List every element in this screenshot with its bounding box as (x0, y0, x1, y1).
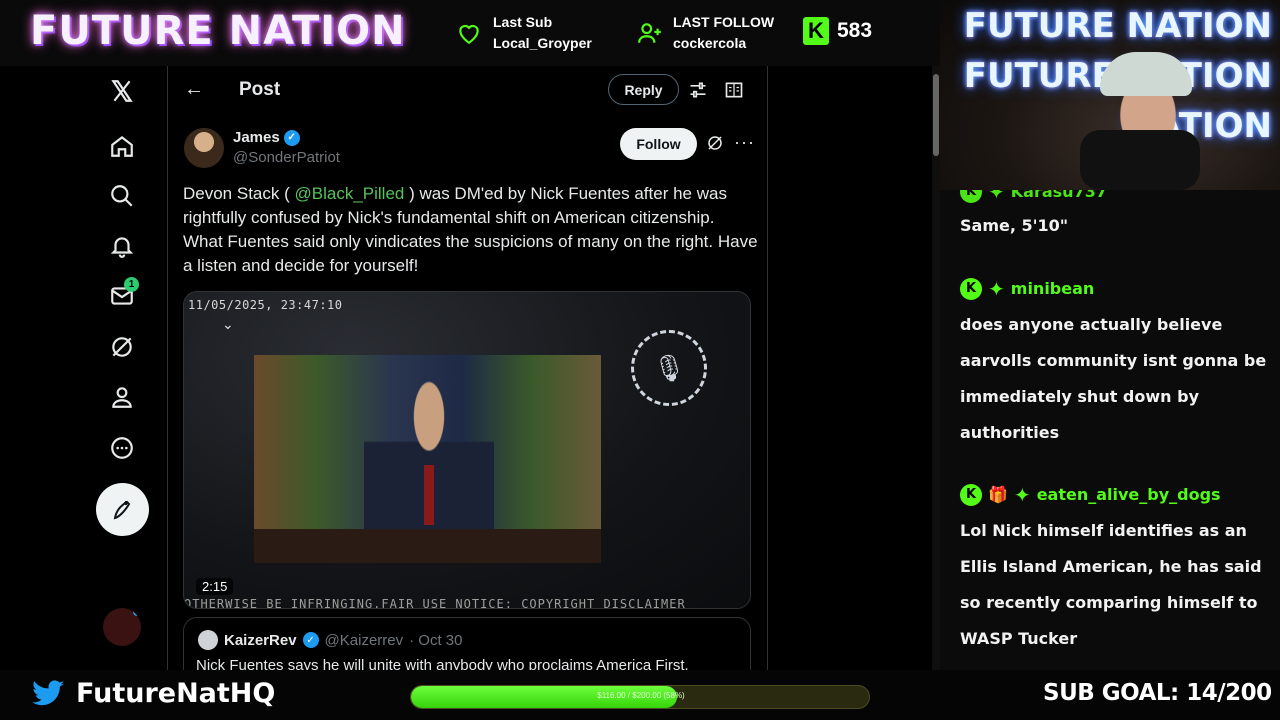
post-compose-button[interactable] (96, 483, 149, 536)
author-avatar[interactable] (184, 128, 224, 168)
chat-text: Same, 5'10" (960, 216, 1069, 235)
quoted-author-name: KaizerRev (224, 631, 297, 649)
kick-badge-icon: K (960, 484, 982, 506)
quoted-author-handle: @Kaizerrev (324, 631, 404, 649)
x-logo-icon[interactable] (105, 74, 139, 108)
chevron-down-icon: ⌄ (222, 316, 234, 332)
back-arrow-icon[interactable]: ← (184, 78, 204, 101)
verified-badge-icon: ✓ (302, 632, 319, 648)
author-handle[interactable]: @SonderPatriot (233, 148, 340, 168)
notification-badge: 1 (124, 277, 139, 292)
chat-username[interactable]: minibean (1011, 277, 1095, 301)
account-avatar[interactable] (103, 608, 141, 646)
viewer-count-widget: K 583 (803, 17, 872, 45)
chat-username[interactable]: Karasu737 (1011, 190, 1107, 204)
follow-button[interactable]: Follow (620, 128, 697, 160)
twitter-handle-widget: FutureNatHQ (32, 678, 275, 709)
more-icon[interactable] (105, 431, 139, 465)
mail-icon[interactable]: 1 (105, 277, 139, 313)
kick-logo-icon: K (803, 17, 829, 45)
kick-badge-icon: K (960, 190, 982, 203)
heart-icon (459, 24, 479, 45)
last-sub-value: Local_Groyper (493, 35, 592, 51)
post-column: ← Post Reply James ✓ @SonderPatriot Foll… (168, 66, 768, 670)
quoted-tweet[interactable]: KaizerRev ✓ @Kaizerrev · Oct 30 Nick Fue… (183, 617, 751, 670)
quoted-text: Nick Fuentes says he will unite with any… (196, 657, 689, 670)
chat-message: K 🎁 ✦ eaten_alive_by_dogs Lol Nick himse… (960, 483, 1270, 657)
empty-column (768, 66, 940, 670)
quoted-date: · Oct 30 (409, 631, 463, 649)
kick-badge-icon: K (960, 278, 982, 300)
add-user-icon (638, 23, 661, 43)
video-thumbnail (254, 355, 601, 563)
last-follow-label: LAST FOLLOW (673, 14, 775, 30)
viewer-count: 583 (837, 19, 873, 42)
online-indicator (133, 608, 141, 616)
home-icon[interactable] (105, 129, 139, 163)
page-title: Post (239, 79, 281, 100)
sparkle-badge-icon: ✦ (988, 190, 1005, 204)
grok-icon[interactable] (706, 134, 724, 152)
mention-link[interactable]: @Black_Pilled (295, 184, 405, 203)
scrollbar-thumb[interactable] (933, 74, 939, 156)
sparkle-badge-icon: ✦ (1013, 483, 1031, 507)
reply-button[interactable]: Reply (608, 74, 679, 105)
chat-message: K ✦ Karasu737 Same, 5'10" (960, 190, 1270, 244)
tweet-video[interactable]: 11/05/2025, 23:47:10 ⌄ 🎙 2:15 OTHERWISE … (183, 291, 751, 609)
donation-goal-text: $116.00 / $200.00 (58%) (597, 691, 685, 700)
last-sub-label: Last Sub (493, 14, 553, 30)
last-follow-widget: LAST FOLLOW cockercola (637, 12, 774, 54)
chat-username[interactable]: eaten_alive_by_dogs (1037, 483, 1221, 507)
stream-frame: FUTURE NATION Last Sub Local_Groyper LAS… (0, 0, 1280, 720)
chat-message: K ✦ minibean does anyone actually believ… (960, 277, 1270, 451)
chat-text: does anyone actually believe aarvolls co… (960, 315, 1267, 442)
gift-badge-icon: 🎁 (988, 485, 1008, 504)
scrollbar-track[interactable] (932, 66, 940, 670)
quoted-avatar (198, 630, 218, 650)
last-follow-value: cockercola (673, 35, 747, 51)
chat-text: Lol Nick himself identifies as an Ellis … (960, 521, 1262, 648)
post-header: ← Post Reply (168, 66, 767, 114)
cam-neon-logo: FUTURE NATION (963, 6, 1272, 46)
stream-chat: K ✦ Karasu737 Same, 5'10" K ✦ minibean d… (940, 190, 1280, 670)
stream-bottom-bar: FutureNatHQ $116.00 / $200.00 (58%) SUB … (0, 670, 1280, 720)
tweet-text: Devon Stack ( @Black_Pilled ) was DM'ed … (183, 182, 758, 278)
stream-top-bar: FUTURE NATION Last Sub Local_Groyper LAS… (0, 0, 940, 66)
twitter-bird-icon (32, 679, 65, 705)
last-sub-widget: Last Sub Local_Groyper (455, 12, 592, 54)
author-name[interactable]: James (233, 128, 280, 148)
brand-logo: FUTURE NATION (30, 8, 406, 54)
podcast-mic-icon: 🎙 (631, 330, 707, 406)
verified-badge-icon: ✓ (283, 130, 300, 146)
reader-view-icon[interactable] (724, 80, 744, 100)
tweet-text-start: Devon Stack ( (183, 184, 295, 203)
twitter-handle: FutureNatHQ (76, 678, 276, 709)
video-duration: 2:15 (196, 578, 234, 595)
tweet-author[interactable]: James ✓ @SonderPatriot (184, 128, 340, 168)
video-ticker-text: OTHERWISE BE INFRINGING.FAIR USE NOTICE:… (184, 597, 686, 609)
microphone (1080, 130, 1200, 190)
webcam-feed: FUTURE NATION FUTURE NATION NATION (940, 0, 1280, 190)
x-sidebar: 1 (0, 66, 168, 670)
bell-icon[interactable] (105, 229, 139, 263)
sub-goal-text: SUB GOAL: 14/200 (1043, 680, 1272, 706)
video-timestamp: 11/05/2025, 23:47:10 (188, 298, 343, 312)
grok-icon[interactable] (105, 330, 139, 364)
search-icon[interactable] (105, 179, 139, 213)
sliders-icon[interactable] (688, 80, 708, 100)
donation-goal-bar: $116.00 / $200.00 (58%) (410, 685, 870, 709)
post-compose-icon (113, 500, 130, 519)
profile-icon[interactable] (105, 380, 139, 414)
more-options-icon[interactable]: ··· (734, 132, 755, 153)
sparkle-badge-icon: ✦ (988, 277, 1005, 301)
